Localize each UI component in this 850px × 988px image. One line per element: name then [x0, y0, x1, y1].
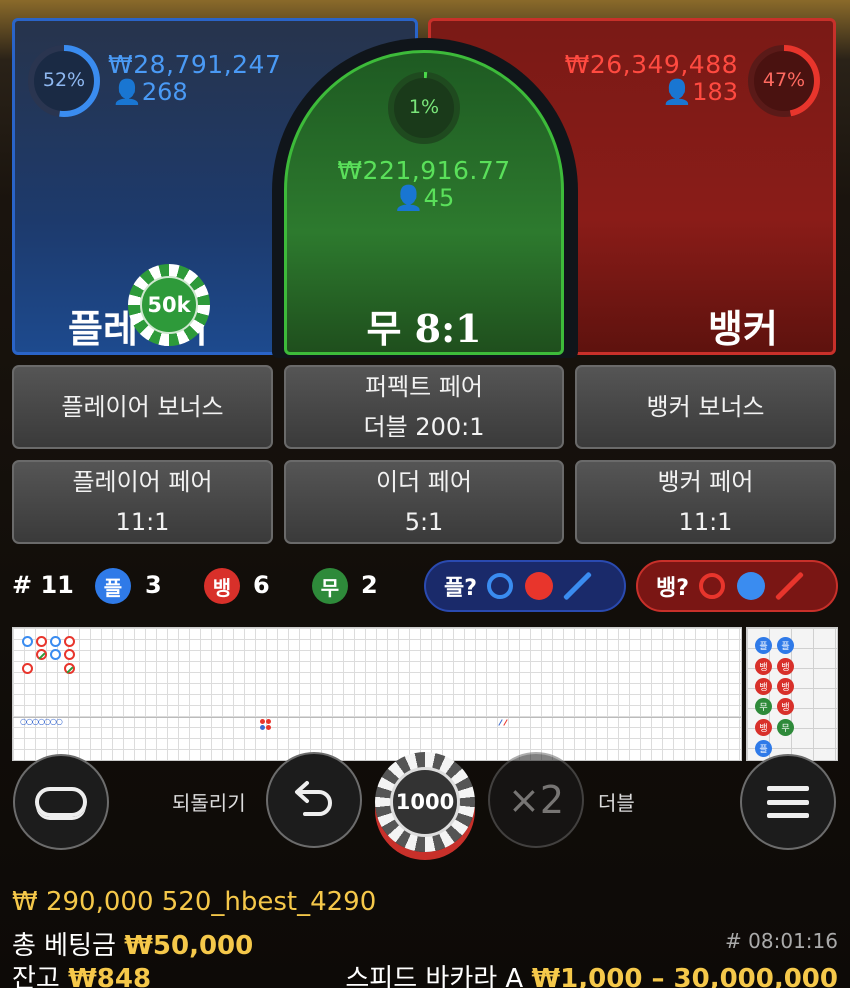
bead: 뱅 — [755, 719, 772, 736]
menu-icon — [767, 786, 809, 818]
balance: 잔고 ₩848 — [12, 958, 151, 988]
table-icon — [35, 787, 87, 817]
player-pair-button[interactable]: 플레이어 페어 11:1 — [12, 460, 273, 544]
button-payout: 11:1 — [678, 508, 733, 536]
tie-count: 2 — [361, 571, 378, 599]
bead: 플 — [755, 637, 772, 654]
banker-percent: 47% — [762, 69, 806, 91]
placed-chip-value: 50k — [140, 276, 198, 334]
either-pair-button[interactable]: 이더 페어 5:1 — [284, 460, 564, 544]
banker-label: 뱅커 — [708, 306, 778, 351]
player-count-badge: 플 — [95, 568, 131, 604]
bead: 뱅 — [777, 658, 794, 675]
player-percent: 52% — [42, 69, 86, 91]
table-name: 스피드 바카라 A — [345, 964, 524, 988]
button-label: 이더 페어 — [376, 468, 472, 496]
table-info: 스피드 바카라 A ₩1,000 – 30,000,000 — [345, 958, 838, 988]
predict-label: 플? — [444, 576, 478, 601]
undo-icon — [295, 781, 332, 816]
button-label: 플레이어 페어 — [72, 468, 213, 496]
filled-circle-icon — [525, 572, 554, 600]
total-bet: 총 베팅금 ₩50,000 — [12, 925, 253, 962]
button-label: 뱅커 페어 — [657, 468, 754, 496]
total-bet-value: ₩50,000 — [124, 931, 254, 961]
road-dot — [266, 719, 271, 724]
derived-road-marks: ○○○○○○○ — [20, 717, 63, 726]
hollow-circle-icon — [699, 573, 726, 599]
tie-bet-amount: ₩221,916.77 — [337, 156, 511, 185]
banker-predict-button[interactable]: 뱅? — [636, 560, 838, 612]
button-label: 퍼펙트 페어 — [364, 373, 484, 401]
button-payout: 11:1 — [115, 508, 170, 536]
round-number: # 11 — [12, 571, 74, 599]
road-mark — [64, 636, 75, 647]
user-icon: 👤 — [393, 184, 424, 212]
road-mark — [50, 649, 61, 660]
banker-bonus-button[interactable]: 뱅커 보너스 — [575, 365, 836, 449]
button-payout: 더블 200:1 — [363, 413, 485, 441]
bead: 플 — [777, 637, 794, 654]
big-road-board: ○○○○○○○ — [12, 627, 742, 761]
bead: 뱅 — [777, 698, 794, 715]
slash-icon — [563, 571, 593, 601]
double-button[interactable]: ×2 — [488, 752, 584, 848]
user-icon: 👤 — [112, 78, 142, 106]
road-mark — [36, 636, 47, 647]
bead: 무 — [755, 698, 772, 715]
banker-pair-button[interactable]: 뱅커 페어 11:1 — [575, 460, 836, 544]
hollow-circle-icon — [487, 573, 514, 599]
perfect-pair-button[interactable]: 퍼펙트 페어 더블 200:1 — [284, 365, 564, 449]
balance-value: ₩848 — [68, 964, 152, 988]
balance-user-line: ₩ 290,000 520_hbest_4290 — [12, 887, 377, 917]
bead: 뱅 — [755, 658, 772, 675]
bead-road-board: 플 플 뱅 뱅 뱅 뱅 무 뱅 뱅 무 플 — [746, 627, 838, 761]
banker-bet-amount: ₩26,349,488 — [564, 50, 738, 79]
table-view-button[interactable] — [13, 754, 109, 850]
button-label: 플레이어 보너스 — [61, 393, 224, 421]
player-count: 3 — [145, 571, 162, 599]
road-mark — [64, 649, 75, 660]
placed-chip[interactable]: 50k — [128, 264, 210, 346]
bead: 뱅 — [777, 678, 794, 695]
player-bet-amount: ₩28,791,247 — [108, 50, 282, 79]
balance-label: 잔고 — [12, 964, 60, 988]
double-label: 더블 — [598, 791, 635, 815]
road-mark — [50, 636, 61, 647]
banker-count: 6 — [253, 571, 270, 599]
bead: 뱅 — [755, 678, 772, 695]
tie-count-badge: 무 — [312, 568, 348, 604]
player-bonus-button[interactable]: 플레이어 보너스 — [12, 365, 273, 449]
undo-button[interactable] — [266, 752, 362, 848]
banker-count-badge: 뱅 — [204, 568, 240, 604]
predict-label: 뱅? — [656, 576, 690, 601]
tie-percent: 1% — [408, 96, 440, 118]
user-icon: 👤 — [662, 78, 693, 106]
tie-user-count: 👤45 — [393, 184, 455, 212]
slash-icon — [775, 571, 805, 601]
button-payout: 5:1 — [404, 508, 444, 536]
chip-selector[interactable]: 1000 — [375, 752, 475, 852]
road-mark — [22, 663, 33, 674]
menu-button[interactable] — [740, 754, 836, 850]
bead: 무 — [777, 719, 794, 736]
undo-label: 되돌리기 — [172, 791, 246, 815]
road-dot — [266, 725, 271, 730]
player-predict-button[interactable]: 플? — [424, 560, 626, 612]
round-id: # 08:01:16 — [725, 929, 838, 953]
button-label: 뱅커 보너스 — [646, 393, 765, 421]
double-symbol: ×2 — [507, 778, 565, 822]
road-dot — [260, 719, 265, 724]
tie-label: 무 8:1 — [366, 306, 482, 351]
bead: 플 — [755, 740, 772, 757]
road-mark — [22, 636, 33, 647]
chip-value: 1000 — [390, 767, 460, 837]
banker-user-count: 👤183 — [662, 78, 738, 106]
filled-circle-icon — [737, 572, 766, 600]
player-user-count: 👤268 — [112, 78, 188, 106]
road-dot — [260, 725, 265, 730]
total-bet-label: 총 베팅금 — [12, 931, 116, 961]
table-limits: ₩1,000 – 30,000,000 — [531, 964, 838, 988]
